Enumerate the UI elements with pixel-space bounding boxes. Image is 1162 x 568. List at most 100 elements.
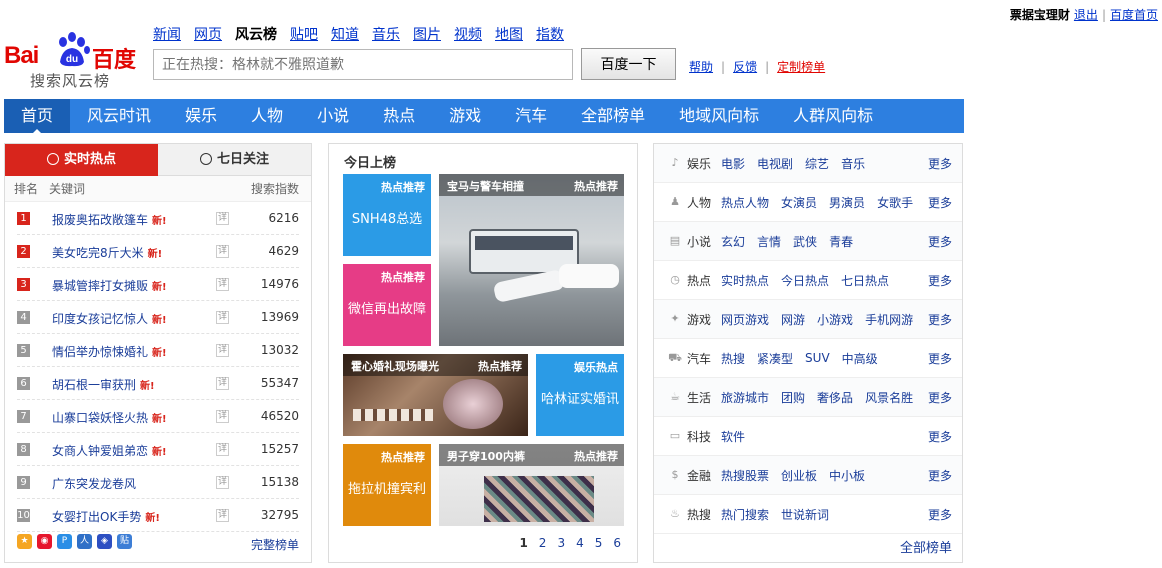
- main-nav-item[interactable]: 首页: [4, 99, 71, 134]
- baidu-share-icon[interactable]: ◈: [97, 534, 112, 549]
- detail-icon[interactable]: 详: [216, 443, 229, 456]
- category-sub-link[interactable]: 热搜股票: [721, 467, 769, 484]
- product-nav-item[interactable]: 指数: [536, 24, 564, 44]
- keyword-link[interactable]: 山寨口袋妖怪火热 新!: [52, 409, 167, 426]
- category-sub-link[interactable]: 软件: [721, 428, 745, 445]
- category-sub-link[interactable]: 风景名胜: [865, 389, 913, 406]
- tab-7days[interactable]: 七日关注: [158, 144, 311, 176]
- page-link[interactable]: 2: [539, 536, 547, 550]
- more-link[interactable]: 更多: [928, 350, 952, 367]
- more-link[interactable]: 更多: [928, 311, 952, 328]
- main-nav-item[interactable]: 游戏: [432, 99, 498, 133]
- main-nav-item[interactable]: 热点: [366, 99, 432, 133]
- page-link[interactable]: 1: [519, 536, 527, 550]
- tile-harlem[interactable]: 娱乐热点 哈林证实婚讯: [536, 354, 624, 436]
- main-nav-item[interactable]: 娱乐: [168, 99, 234, 133]
- keyword-link[interactable]: 报废奥拓改敞篷车 新!: [52, 211, 167, 228]
- full-list-link[interactable]: 完整榜单: [251, 536, 299, 553]
- more-link[interactable]: 更多: [928, 155, 952, 172]
- detail-icon[interactable]: 详: [216, 410, 229, 423]
- page-link[interactable]: 5: [595, 536, 603, 550]
- category-sub-link[interactable]: 热搜: [721, 350, 745, 367]
- category-sub-link[interactable]: 青春: [829, 233, 853, 250]
- detail-icon[interactable]: 详: [216, 476, 229, 489]
- keyword-link[interactable]: 情侣举办惊悚婚礼 新!: [52, 343, 167, 360]
- more-link[interactable]: 更多: [928, 194, 952, 211]
- main-nav-item[interactable]: 小说: [300, 99, 366, 133]
- detail-icon[interactable]: 详: [216, 509, 229, 522]
- detail-icon[interactable]: 详: [216, 245, 229, 258]
- tile-wedding[interactable]: 霍心婚礼现场曝光 热点推荐: [343, 354, 528, 436]
- category-sub-link[interactable]: 玄幻: [721, 233, 745, 250]
- category-sub-link[interactable]: 网页游戏: [721, 311, 769, 328]
- page-link[interactable]: 4: [576, 536, 584, 550]
- category-sub-link[interactable]: 奢侈品: [817, 389, 853, 406]
- more-link[interactable]: 更多: [928, 506, 952, 523]
- logout-link[interactable]: 退出: [1074, 6, 1098, 23]
- more-link[interactable]: 更多: [928, 272, 952, 289]
- category-sub-link[interactable]: 团购: [781, 389, 805, 406]
- help-link[interactable]: 帮助: [689, 58, 713, 75]
- keyword-link[interactable]: 女婴打出OK手势 新!: [52, 508, 160, 525]
- category-sub-link[interactable]: 女歌手: [877, 194, 913, 211]
- category-sub-link[interactable]: 中高级: [842, 350, 878, 367]
- product-nav-item[interactable]: 网页: [194, 24, 222, 44]
- product-nav-item[interactable]: 新闻: [153, 24, 181, 44]
- category-sub-link[interactable]: 男演员: [829, 194, 865, 211]
- page-link[interactable]: 3: [557, 536, 565, 550]
- baidu-home-link[interactable]: 百度首页: [1110, 6, 1158, 23]
- tile-snh48[interactable]: 热点推荐 SNH48总选: [343, 174, 431, 256]
- category-sub-link[interactable]: 世说新词: [781, 506, 829, 523]
- main-nav-item[interactable]: 人群风向标: [776, 99, 890, 133]
- qzone-share-icon[interactable]: ★: [17, 534, 32, 549]
- category-sub-link[interactable]: 武侠: [793, 233, 817, 250]
- category-sub-link[interactable]: 实时热点: [721, 272, 769, 289]
- tile-wechat[interactable]: 热点推荐 微信再出故障: [343, 264, 431, 346]
- search-button[interactable]: 百度一下: [581, 48, 676, 80]
- category-sub-link[interactable]: 今日热点: [781, 272, 829, 289]
- main-nav-item[interactable]: 人物: [234, 99, 300, 133]
- feedback-link[interactable]: 反馈: [733, 58, 757, 75]
- tab-realtime[interactable]: 实时热点: [5, 144, 158, 176]
- tile-underwear[interactable]: 男子穿100内裤 热点推荐: [439, 444, 624, 526]
- main-nav-item[interactable]: 汽车: [498, 99, 564, 133]
- tile-tractor[interactable]: 热点推荐 拖拉机撞宾利: [343, 444, 431, 526]
- category-sub-link[interactable]: 音乐: [841, 155, 865, 172]
- category-sub-link[interactable]: 手机网游: [865, 311, 913, 328]
- search-input[interactable]: [153, 49, 573, 80]
- category-sub-link[interactable]: 紧凑型: [757, 350, 793, 367]
- category-sub-link[interactable]: 女演员: [781, 194, 817, 211]
- weibo-share-icon[interactable]: ◉: [37, 534, 52, 549]
- qq-share-icon[interactable]: P: [57, 534, 72, 549]
- more-link[interactable]: 更多: [928, 389, 952, 406]
- tile-bmw-police[interactable]: 宝马与警车相撞 热点推荐: [439, 174, 624, 346]
- category-sub-link[interactable]: 创业板: [781, 467, 817, 484]
- renren-share-icon[interactable]: 人: [77, 534, 92, 549]
- detail-icon[interactable]: 详: [216, 212, 229, 225]
- keyword-link[interactable]: 女商人钟爱姐弟恋 新!: [52, 442, 167, 459]
- category-sub-link[interactable]: 综艺: [805, 155, 829, 172]
- product-nav-item[interactable]: 音乐: [372, 24, 400, 44]
- page-link[interactable]: 6: [613, 536, 621, 550]
- detail-icon[interactable]: 详: [216, 311, 229, 324]
- keyword-link[interactable]: 胡石根一审获刑 新!: [52, 376, 155, 393]
- product-nav-item[interactable]: 视频: [454, 24, 482, 44]
- keyword-link[interactable]: 美女吃完8斤大米 新!: [52, 244, 162, 261]
- baidu-logo[interactable]: Bai du 百度 搜索风云榜: [4, 26, 144, 90]
- more-link[interactable]: 更多: [928, 233, 952, 250]
- product-nav-item[interactable]: 贴吧: [290, 24, 318, 44]
- product-nav-item[interactable]: 知道: [331, 24, 359, 44]
- category-sub-link[interactable]: 旅游城市: [721, 389, 769, 406]
- category-sub-link[interactable]: 热门搜索: [721, 506, 769, 523]
- category-sub-link[interactable]: 电影: [721, 155, 745, 172]
- keyword-link[interactable]: 暴城管摔打女摊贩 新!: [52, 277, 167, 294]
- category-sub-link[interactable]: 网游: [781, 311, 805, 328]
- category-sub-link[interactable]: 电视剧: [757, 155, 793, 172]
- category-sub-link[interactable]: SUV: [805, 351, 830, 365]
- keyword-link[interactable]: 广东突发龙卷风: [52, 475, 136, 492]
- all-lists-link[interactable]: 全部榜单: [900, 537, 952, 556]
- category-sub-link[interactable]: 七日热点: [841, 272, 889, 289]
- main-nav-item[interactable]: 全部榜单: [564, 99, 662, 133]
- category-sub-link[interactable]: 小游戏: [817, 311, 853, 328]
- custom-list-link[interactable]: 定制榜单: [777, 58, 825, 75]
